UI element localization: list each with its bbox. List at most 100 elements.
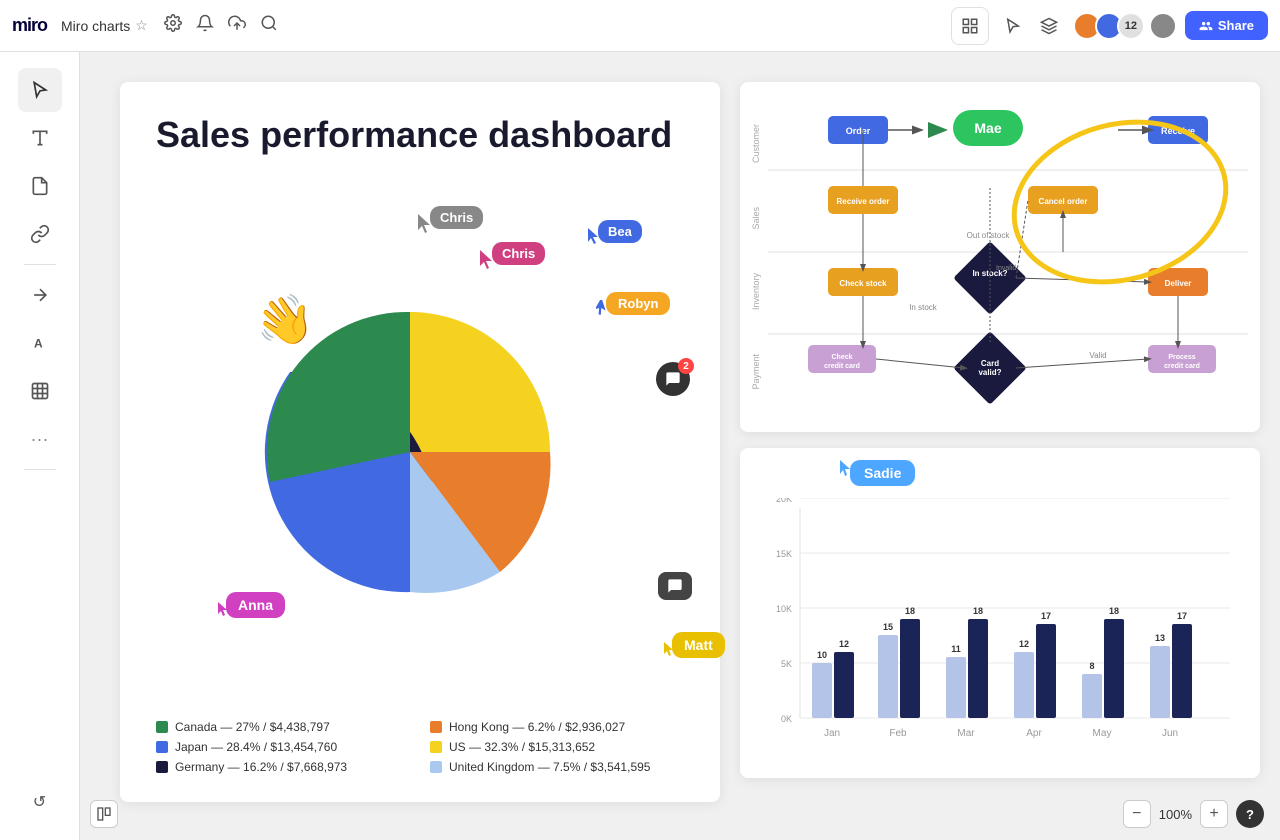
chat-bubble-2[interactable] [658, 572, 692, 600]
cursor-label-sadie: Sadie [850, 460, 915, 486]
svg-text:In stock: In stock [909, 303, 938, 312]
barchart-panel: Sadie 0K 5K 10K 15K [740, 448, 1260, 778]
svg-text:18: 18 [905, 606, 915, 616]
cursor-label-robyn: Robyn [606, 292, 670, 315]
text-add-tool[interactable]: A [18, 321, 62, 365]
share-upload-icon[interactable] [228, 14, 246, 37]
fc-row-payment: Payment [751, 354, 761, 390]
help-button[interactable]: ? [1236, 800, 1264, 828]
flowchart-panel: Customer Sales Inventory Payment Order R… [740, 82, 1260, 432]
sidebar-bottom: ↺ [18, 780, 62, 824]
svg-text:12: 12 [1019, 639, 1029, 649]
sidebar-divider-2 [24, 469, 56, 470]
search-icon[interactable] [260, 14, 278, 37]
svg-text:Deliver: Deliver [1165, 279, 1192, 288]
cursor-label-chris-2: Chris [492, 242, 545, 265]
star-icon[interactable]: ☆ [135, 17, 148, 34]
legend-item-japan: Japan — 28.4% / $13,454,760 [156, 740, 410, 754]
svg-text:Order: Order [846, 126, 871, 136]
cursor-matt: Matt [664, 642, 676, 663]
svg-text:17: 17 [1041, 611, 1051, 621]
more-tools[interactable]: ··· [18, 417, 62, 461]
zoom-out-button[interactable]: − [1123, 800, 1151, 828]
svg-text:Receive: Receive [1161, 126, 1195, 136]
bell-icon[interactable] [196, 14, 214, 37]
fc-row-sales: Sales [751, 207, 761, 230]
dashboard-title: Sales performance dashboard [156, 114, 684, 155]
canvas-area[interactable]: Sales performance dashboard 👋 [80, 52, 1280, 840]
legend-dot-uk [430, 761, 442, 773]
svg-text:10: 10 [817, 650, 827, 660]
chat-bubble-1[interactable]: 2 [656, 362, 690, 396]
sticky-note-tool[interactable] [18, 164, 62, 208]
svg-text:12: 12 [839, 639, 849, 649]
grid-view-button[interactable] [951, 7, 989, 45]
zoom-controls: − 100% + ? [1123, 800, 1264, 828]
legend-dot-canada [156, 721, 168, 733]
topbar: miro Miro charts ☆ [0, 0, 1280, 52]
svg-text:Valid: Valid [1089, 351, 1106, 360]
share-button[interactable]: Share [1185, 11, 1268, 40]
cursor-robyn: Robyn [596, 300, 610, 323]
svg-text:May: May [1093, 728, 1112, 739]
layout-toggle[interactable] [90, 800, 118, 828]
pie-chart [240, 282, 580, 622]
link-tool[interactable] [18, 212, 62, 256]
cursor-chris-2: Chris [480, 250, 496, 275]
svg-text:18: 18 [1109, 606, 1119, 616]
svg-text:Cancel order: Cancel order [1039, 197, 1088, 206]
svg-text:A: A [34, 337, 43, 351]
chat-badge: 2 [678, 358, 694, 374]
cursor-label-anna: Anna [226, 592, 285, 618]
svg-text:15: 15 [883, 622, 893, 632]
sales-dashboard-panel: Sales performance dashboard 👋 [120, 82, 720, 802]
svg-text:Invalid: Invalid [996, 265, 1016, 272]
svg-text:Feb: Feb [889, 728, 907, 739]
legend-item-germany: Germany — 16.2% / $7,668,973 [156, 760, 410, 774]
svg-text:8: 8 [1089, 661, 1094, 671]
settings-icon[interactable] [164, 14, 182, 37]
svg-text:credit card: credit card [824, 363, 860, 370]
svg-text:Card: Card [981, 359, 999, 368]
undo-tool[interactable]: ↺ [18, 780, 62, 824]
cursor-tool-1[interactable] [997, 10, 1029, 42]
svg-text:valid?: valid? [978, 368, 1001, 377]
cursor-tool-2[interactable] [1033, 10, 1065, 42]
svg-text:0K: 0K [781, 714, 792, 724]
avatar-count: 12 [1117, 12, 1145, 40]
svg-text:Check stock: Check stock [839, 279, 887, 288]
left-sidebar: A ··· ↺ [0, 52, 80, 840]
svg-text:13: 13 [1155, 633, 1165, 643]
barchart-svg: 0K 5K 10K 15K 20K 10 12 Jan 15 18 [760, 498, 1240, 768]
avatars-group: 12 [1073, 12, 1177, 40]
svg-text:18: 18 [973, 606, 983, 616]
legend-item-hongkong: Hong Kong — 6.2% / $2,936,027 [430, 720, 684, 734]
frame-tool[interactable] [18, 369, 62, 413]
svg-text:Jun: Jun [1162, 728, 1178, 739]
svg-text:Apr: Apr [1026, 728, 1042, 739]
select-tool[interactable] [18, 68, 62, 112]
fc-row-inventory: Inventory [751, 273, 761, 310]
svg-text:10K: 10K [776, 604, 792, 614]
legend-dot-germany [156, 761, 168, 773]
chart-legend: Canada — 27% / $4,438,797 Hong Kong — 6.… [156, 720, 684, 774]
cursor-sadie: Sadie [840, 460, 915, 486]
legend-dot-japan [156, 741, 168, 753]
pen-tool[interactable] [18, 273, 62, 317]
cursor-label-bea: Bea [598, 220, 642, 243]
text-tool[interactable] [18, 116, 62, 160]
cursor-anna: Anna [218, 602, 230, 623]
svg-text:Check: Check [831, 354, 852, 361]
svg-text:Out of stock: Out of stock [967, 231, 1011, 240]
cursor-tools [997, 10, 1065, 42]
zoom-level: 100% [1159, 807, 1192, 822]
zoom-in-button[interactable]: + [1200, 800, 1228, 828]
cursor-chris-1: Chris [418, 214, 434, 239]
svg-text:15K: 15K [776, 549, 792, 559]
cursor-label-chris-1: Chris [430, 206, 483, 229]
svg-text:Mar: Mar [957, 728, 975, 739]
sidebar-divider-1 [24, 264, 56, 265]
board-title: Miro charts ☆ [61, 17, 148, 34]
legend-dot-hongkong [430, 721, 442, 733]
svg-text:credit card: credit card [1164, 363, 1200, 370]
